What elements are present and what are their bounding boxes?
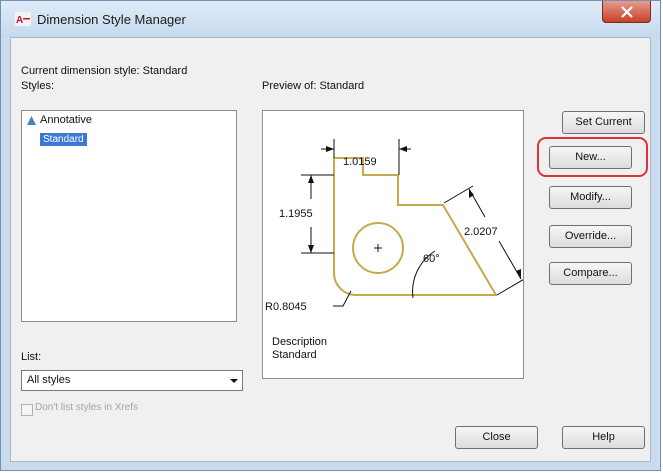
styles-label: Styles: <box>21 80 55 92</box>
dim-top-text: 1.0159 <box>343 156 377 168</box>
top-arrows <box>326 146 407 152</box>
window-title: Dimension Style Manager <box>37 12 186 27</box>
override-button[interactable]: Override... <box>549 225 632 248</box>
styles-list-item-annotative[interactable]: Annotative <box>40 114 92 126</box>
svg-text:A: A <box>16 15 23 26</box>
preview-label: Preview of: Standard <box>262 80 365 92</box>
dropdown-arrow-icon <box>230 379 238 383</box>
dim-radius-text: R0.8045 <box>265 301 307 313</box>
autocad-app-icon: A <box>15 12 31 26</box>
list-filter-select[interactable]: All styles <box>21 370 243 391</box>
description-value: Standard <box>272 349 317 361</box>
center-mark <box>374 244 382 252</box>
preview-pane: 1.0159 1.1955 2.0207 60° R0.8045 Descrip… <box>262 110 524 379</box>
list-label: List: <box>21 351 42 363</box>
close-window-button[interactable] <box>602 1 651 23</box>
dim-angle-text: 60° <box>423 253 440 265</box>
dont-list-xrefs-label: Don't list styles in Xrefs <box>35 402 139 413</box>
styles-list-item-standard[interactable]: Standard <box>40 133 87 146</box>
title-bar[interactable]: A Dimension Style Manager <box>1 1 660 37</box>
close-button[interactable]: Close <box>455 426 538 449</box>
compare-button[interactable]: Compare... <box>549 262 632 285</box>
modify-button[interactable]: Modify... <box>549 186 632 209</box>
help-button[interactable]: Help <box>562 426 645 449</box>
list-filter-value: All styles <box>27 374 71 386</box>
dont-list-xrefs-checkbox[interactable] <box>21 404 33 416</box>
current-style-label: Current dimension style: Standard <box>21 65 188 77</box>
annotative-icon <box>27 116 36 125</box>
close-icon <box>621 6 633 18</box>
right-extension-lines <box>443 185 523 296</box>
set-current-button[interactable]: Set Current <box>562 111 645 134</box>
description-label: Description <box>272 336 328 348</box>
new-button[interactable]: New... <box>549 146 632 169</box>
dim-left-text: 1.1955 <box>279 208 313 220</box>
dim-right-text: 2.0207 <box>464 226 498 238</box>
